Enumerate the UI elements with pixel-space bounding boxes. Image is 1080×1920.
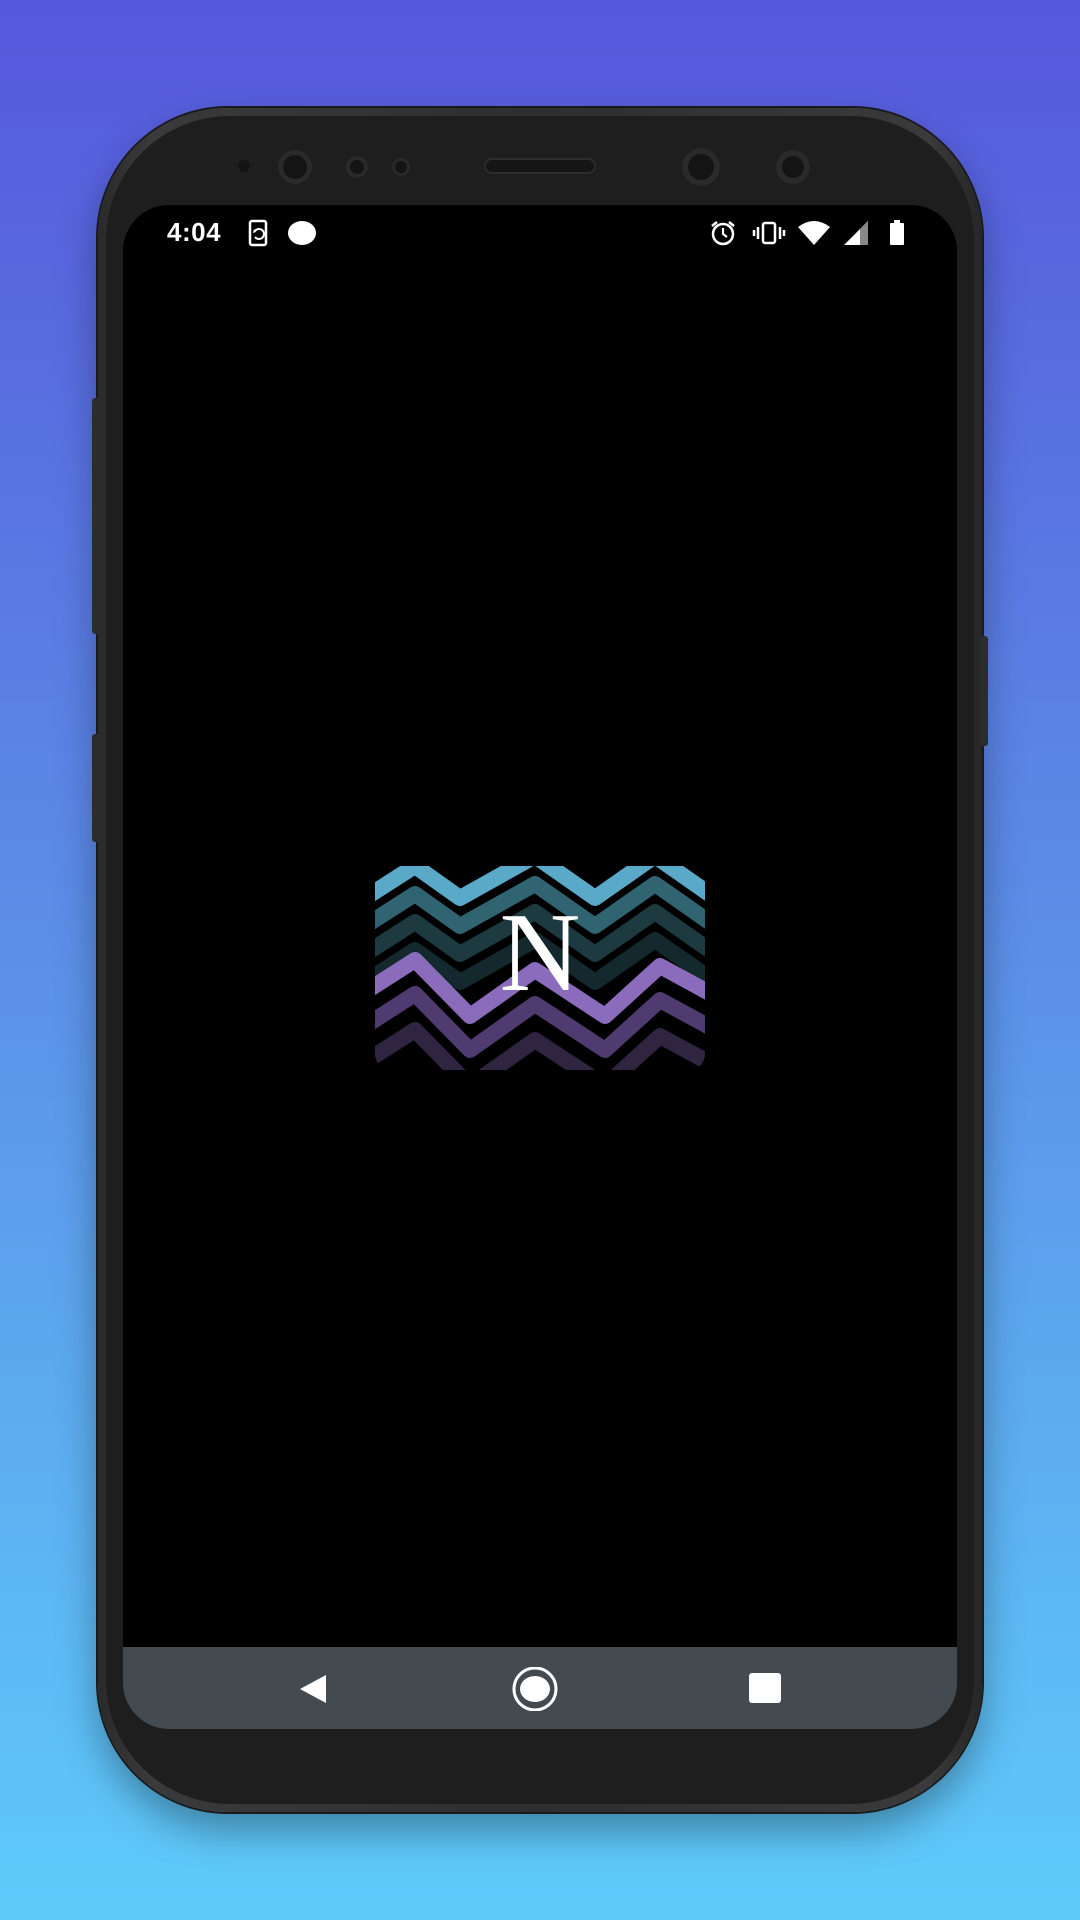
vibrate-icon <box>752 219 786 252</box>
back-icon[interactable] <box>292 1667 336 1711</box>
battery-icon <box>887 219 907 252</box>
home-icon[interactable] <box>512 1666 558 1712</box>
earpiece-speaker <box>484 158 596 174</box>
iris-camera <box>682 148 720 186</box>
logo-letter: N <box>499 891 581 1015</box>
sensor-dot <box>392 158 410 176</box>
wifi-icon <box>797 219 831 252</box>
screen-rotate-icon <box>247 219 271 252</box>
volume-up-button <box>92 398 100 634</box>
front-camera <box>278 150 312 184</box>
navigation-bar <box>123 1647 957 1729</box>
volume-down-button <box>92 734 100 842</box>
iris-sensor <box>776 150 810 184</box>
signal-icon <box>842 219 870 252</box>
alarm-icon <box>709 219 737 252</box>
status-bar: 4:04 <box>123 205 957 263</box>
power-button <box>980 636 988 746</box>
circle-dot-icon <box>287 219 317 252</box>
recents-icon[interactable] <box>743 1667 787 1711</box>
sensor-dot <box>346 156 368 178</box>
proximity-sensor <box>238 160 250 172</box>
status-time: 4:04 <box>167 217 222 247</box>
